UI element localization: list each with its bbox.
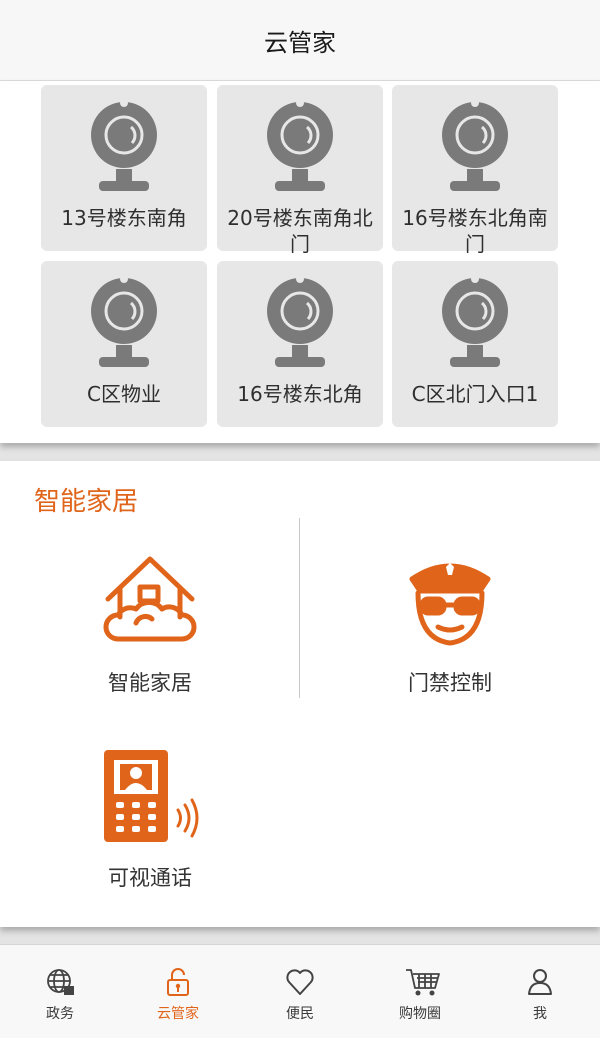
tab-label: 我 <box>533 1006 547 1022</box>
bottom-tab-bar: 政务 云管家 便民 购物圈 我 <box>0 944 600 1038</box>
tab-gov[interactable]: 政务 <box>0 945 120 1038</box>
camera-label: C区北门入口1 <box>411 382 539 406</box>
heart-icon <box>286 969 314 995</box>
tab-convenience[interactable]: 便民 <box>240 945 360 1038</box>
divider <box>299 518 300 698</box>
globe-icon <box>47 969 74 995</box>
camera-label: 13号楼东南角 <box>61 206 187 230</box>
smart-home-section: 智能家居 智能家居 门禁控制 可视通话 <box>0 461 600 927</box>
smart-home-button[interactable]: 智能家居 <box>50 553 250 697</box>
camera-icon <box>91 99 157 191</box>
access-control-label: 门禁控制 <box>408 671 492 695</box>
camera-tile[interactable]: 13号楼东南角 <box>41 85 207 251</box>
person-icon <box>528 969 552 995</box>
tab-shopping[interactable]: 购物圈 <box>360 945 480 1038</box>
section-title: 智能家居 <box>34 487 139 517</box>
tab-label: 便民 <box>286 1006 314 1022</box>
camera-icon <box>267 99 333 191</box>
access-control-button[interactable]: 门禁控制 <box>350 553 550 697</box>
camera-tile[interactable]: 16号楼东北角 <box>217 261 383 427</box>
top-bar: 云管家 <box>0 0 600 81</box>
lock-icon <box>167 968 189 996</box>
video-call-label: 可视通话 <box>108 866 192 890</box>
camera-label: 16号楼东北角南门 <box>402 206 548 256</box>
camera-icon <box>267 275 333 367</box>
camera-label: C区物业 <box>87 382 161 406</box>
video-intercom-icon <box>104 750 199 842</box>
camera-grid: 13号楼东南角 20号楼东南角北门 16号楼东北角南门 C区物业 16号楼东北角… <box>0 81 600 443</box>
tab-label: 购物圈 <box>399 1006 441 1022</box>
video-call-button[interactable]: 可视通话 <box>50 748 250 892</box>
camera-icon <box>91 275 157 367</box>
camera-label: 16号楼东北角 <box>237 382 363 406</box>
camera-tile[interactable]: C区物业 <box>41 261 207 427</box>
camera-label: 20号楼东南角北门 <box>227 206 373 256</box>
camera-tile[interactable]: 16号楼东北角南门 <box>392 85 558 256</box>
camera-tile[interactable]: 20号楼东南角北门 <box>217 85 383 256</box>
guard-icon <box>409 563 491 646</box>
camera-tile[interactable]: C区北门入口1 <box>392 261 558 427</box>
camera-icon <box>442 275 508 367</box>
house-cloud-icon <box>103 556 197 642</box>
tab-cloud-butler[interactable]: 云管家 <box>118 945 238 1038</box>
camera-icon <box>442 99 508 191</box>
tab-me[interactable]: 我 <box>480 945 600 1038</box>
page-title: 云管家 <box>264 28 336 57</box>
tab-label: 政务 <box>46 1006 74 1022</box>
cart-icon <box>406 969 440 996</box>
smart-home-label: 智能家居 <box>108 671 192 695</box>
tab-label: 云管家 <box>157 1006 199 1022</box>
